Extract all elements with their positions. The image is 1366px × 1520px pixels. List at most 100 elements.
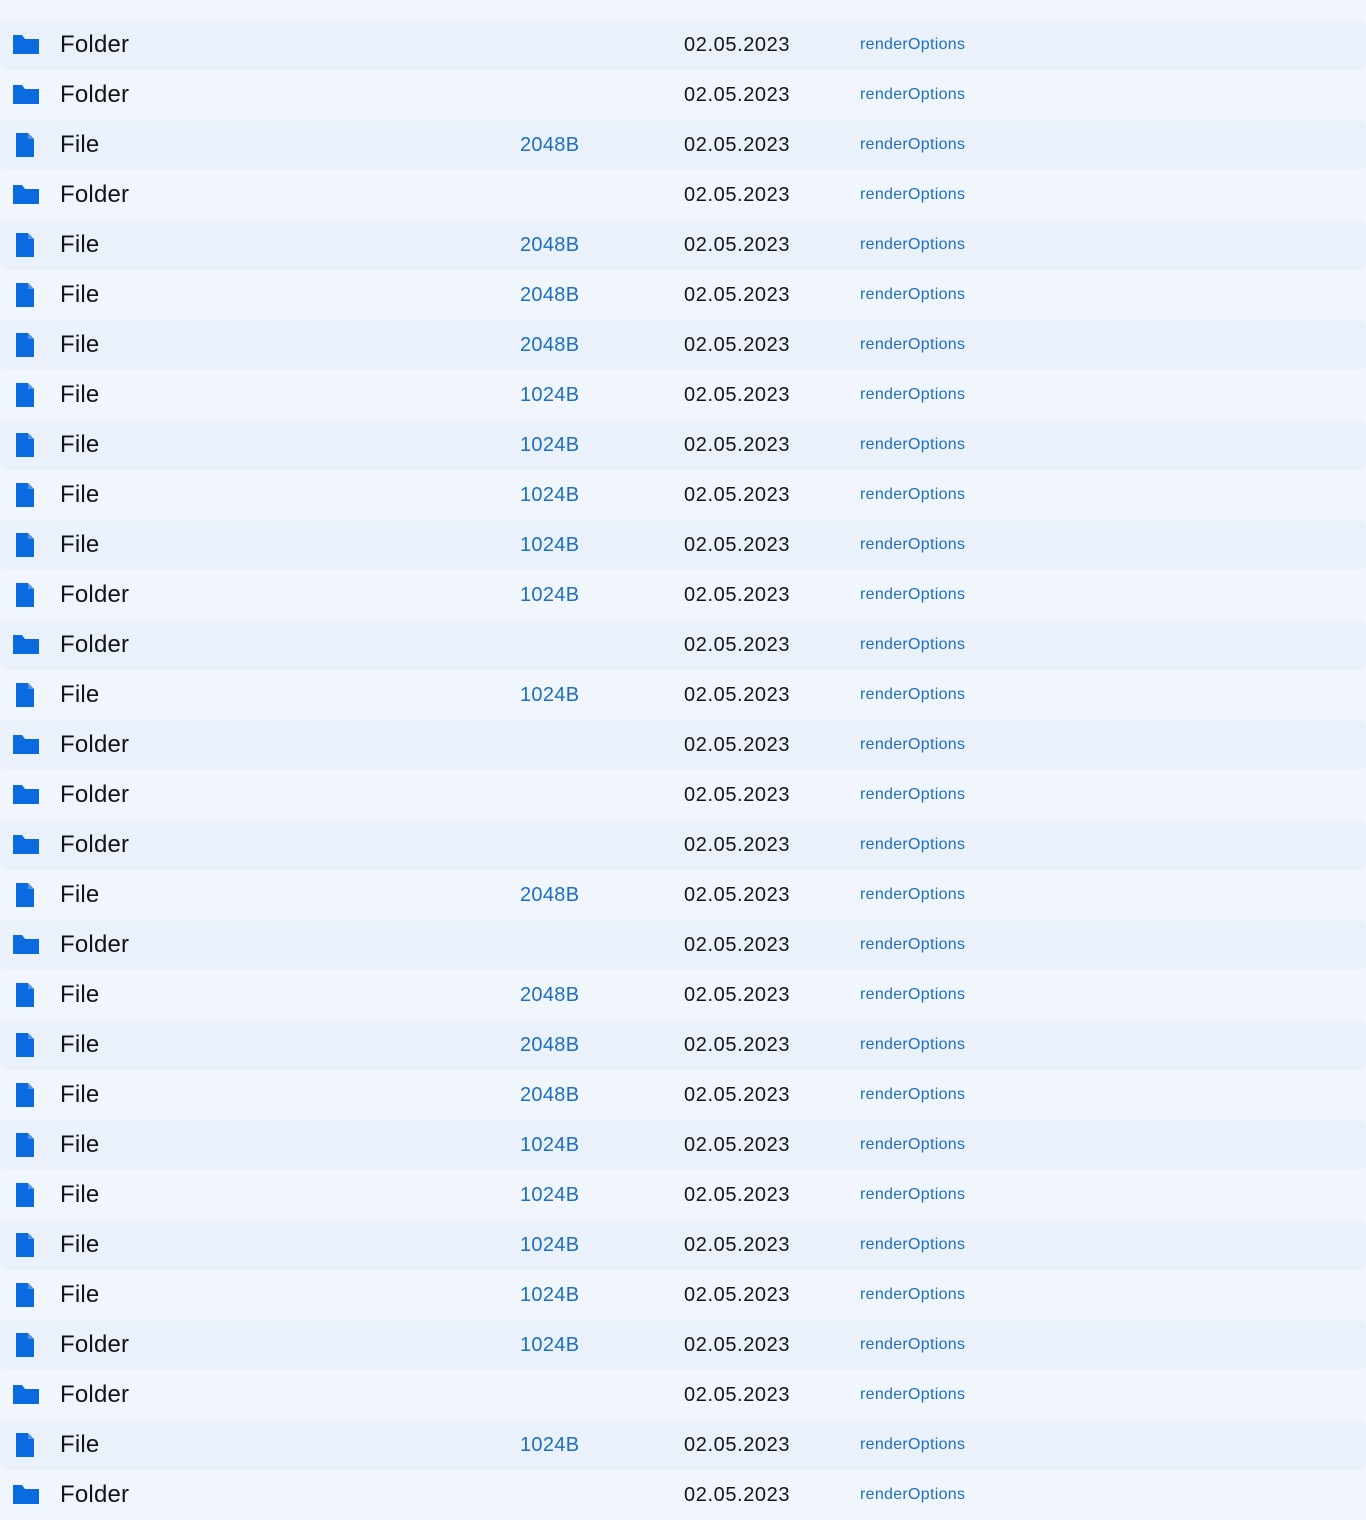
item-name[interactable]: File <box>60 1170 99 1220</box>
file-row[interactable]: File 2048B 02.05.2023 renderOptions <box>0 120 1366 170</box>
item-size: 1024B <box>520 684 580 706</box>
item-name[interactable]: File <box>60 970 99 1020</box>
file-row[interactable]: File 2048B 02.05.2023 renderOptions <box>0 970 1366 1020</box>
item-name[interactable]: File <box>60 220 99 270</box>
item-name[interactable]: Folder <box>60 770 129 820</box>
item-name[interactable]: File <box>60 520 99 570</box>
file-row[interactable]: Folder 02.05.2023 renderOptions <box>0 770 1366 820</box>
file-row[interactable]: File 1024B 02.05.2023 renderOptions <box>0 1220 1366 1270</box>
file-row[interactable]: File 1024B 02.05.2023 renderOptions <box>0 670 1366 720</box>
render-options-link[interactable]: renderOptions <box>860 970 965 1020</box>
file-row[interactable]: File 1024B 02.05.2023 renderOptions <box>0 520 1366 570</box>
item-name[interactable]: Folder <box>60 720 129 770</box>
render-options-link[interactable]: renderOptions <box>860 870 965 920</box>
render-options-link[interactable]: renderOptions <box>860 670 965 720</box>
render-options-link[interactable]: renderOptions <box>860 1070 965 1120</box>
item-name[interactable]: Folder <box>60 1370 129 1420</box>
file-row[interactable]: Folder 02.05.2023 renderOptions <box>0 70 1366 120</box>
item-name[interactable]: Folder <box>60 620 129 670</box>
render-options-link[interactable]: renderOptions <box>860 1020 965 1070</box>
file-row[interactable]: Folder 02.05.2023 renderOptions <box>0 20 1366 70</box>
item-name[interactable]: Folder <box>60 70 129 120</box>
file-icon <box>12 432 40 458</box>
item-name[interactable]: File <box>60 320 99 370</box>
render-options-link[interactable]: renderOptions <box>860 1470 965 1520</box>
file-row[interactable]: File 2048B 02.05.2023 renderOptions <box>0 220 1366 270</box>
file-row[interactable]: File 2048B 02.05.2023 renderOptions <box>0 270 1366 320</box>
file-row[interactable]: File 2048B 02.05.2023 renderOptions <box>0 1020 1366 1070</box>
render-options-link[interactable]: renderOptions <box>860 70 965 120</box>
item-date: 02.05.2023 <box>684 1334 791 1356</box>
item-name[interactable]: File <box>60 1220 99 1270</box>
item-date: 02.05.2023 <box>684 984 791 1006</box>
render-options-link[interactable]: renderOptions <box>860 1320 965 1370</box>
item-name[interactable]: File <box>60 670 99 720</box>
file-row[interactable]: File 2048B 02.05.2023 renderOptions <box>0 320 1366 370</box>
file-row[interactable]: File 1024B 02.05.2023 renderOptions <box>0 470 1366 520</box>
render-options-link[interactable]: renderOptions <box>860 770 965 820</box>
file-row[interactable]: Folder 02.05.2023 renderOptions <box>0 1470 1366 1520</box>
render-options-link[interactable]: renderOptions <box>860 470 965 520</box>
item-name[interactable]: File <box>60 1120 99 1170</box>
item-name[interactable]: File <box>60 1070 99 1120</box>
item-name[interactable]: File <box>60 420 99 470</box>
item-name[interactable]: File <box>60 120 99 170</box>
file-icon <box>12 532 40 558</box>
file-row[interactable]: File 1024B 02.05.2023 renderOptions <box>0 1270 1366 1320</box>
file-row[interactable]: Folder 02.05.2023 renderOptions <box>0 820 1366 870</box>
item-size: 2048B <box>520 884 580 906</box>
file-row[interactable]: Folder 02.05.2023 renderOptions <box>0 620 1366 670</box>
render-options-link[interactable]: renderOptions <box>860 1120 965 1170</box>
render-options-link[interactable]: renderOptions <box>860 20 965 70</box>
item-name[interactable]: Folder <box>60 570 129 620</box>
item-name[interactable]: Folder <box>60 920 129 970</box>
render-options-link[interactable]: renderOptions <box>860 820 965 870</box>
item-date: 02.05.2023 <box>684 684 791 706</box>
render-options-link[interactable]: renderOptions <box>860 1420 965 1470</box>
render-options-link[interactable]: renderOptions <box>860 1270 965 1320</box>
item-name[interactable]: File <box>60 370 99 420</box>
render-options-link[interactable]: renderOptions <box>860 720 965 770</box>
render-options-link[interactable]: renderOptions <box>860 320 965 370</box>
item-name[interactable]: File <box>60 1020 99 1070</box>
render-options-link[interactable]: renderOptions <box>860 920 965 970</box>
folder-icon <box>12 632 40 658</box>
render-options-link[interactable]: renderOptions <box>860 420 965 470</box>
render-options-link[interactable]: renderOptions <box>860 520 965 570</box>
folder-icon <box>12 932 40 958</box>
item-name[interactable]: File <box>60 1270 99 1320</box>
render-options-link[interactable]: renderOptions <box>860 120 965 170</box>
file-row[interactable]: Folder 02.05.2023 renderOptions <box>0 720 1366 770</box>
file-row[interactable]: File 1024B 02.05.2023 renderOptions <box>0 1420 1366 1470</box>
item-name[interactable]: File <box>60 470 99 520</box>
file-row[interactable]: File 1024B 02.05.2023 renderOptions <box>0 1120 1366 1170</box>
item-name[interactable]: Folder <box>60 820 129 870</box>
render-options-link[interactable]: renderOptions <box>860 620 965 670</box>
file-row[interactable]: File 1024B 02.05.2023 renderOptions <box>0 370 1366 420</box>
file-row[interactable]: File 1024B 02.05.2023 renderOptions <box>0 420 1366 470</box>
file-row[interactable]: File 2048B 02.05.2023 renderOptions <box>0 1070 1366 1120</box>
file-row[interactable]: Folder 02.05.2023 renderOptions <box>0 170 1366 220</box>
file-row[interactable]: File 1024B 02.05.2023 renderOptions <box>0 1170 1366 1220</box>
render-options-link[interactable]: renderOptions <box>860 370 965 420</box>
render-options-link[interactable]: renderOptions <box>860 270 965 320</box>
render-options-link[interactable]: renderOptions <box>860 1170 965 1220</box>
render-options-link[interactable]: renderOptions <box>860 220 965 270</box>
file-row[interactable]: Folder 1024B 02.05.2023 renderOptions <box>0 1320 1366 1370</box>
file-row[interactable]: Folder 02.05.2023 renderOptions <box>0 920 1366 970</box>
item-name[interactable]: Folder <box>60 1470 129 1520</box>
item-name[interactable]: Folder <box>60 1320 129 1370</box>
render-options-link[interactable]: renderOptions <box>860 570 965 620</box>
item-name[interactable]: Folder <box>60 170 129 220</box>
item-name[interactable]: Folder <box>60 20 129 70</box>
file-row[interactable]: Folder 02.05.2023 renderOptions <box>0 1370 1366 1420</box>
item-date: 02.05.2023 <box>684 334 791 356</box>
item-name[interactable]: File <box>60 270 99 320</box>
file-row[interactable]: File 2048B 02.05.2023 renderOptions <box>0 870 1366 920</box>
render-options-link[interactable]: renderOptions <box>860 170 965 220</box>
item-name[interactable]: File <box>60 870 99 920</box>
file-row[interactable]: Folder 1024B 02.05.2023 renderOptions <box>0 570 1366 620</box>
render-options-link[interactable]: renderOptions <box>860 1220 965 1270</box>
item-name[interactable]: File <box>60 1420 99 1470</box>
render-options-link[interactable]: renderOptions <box>860 1370 965 1420</box>
